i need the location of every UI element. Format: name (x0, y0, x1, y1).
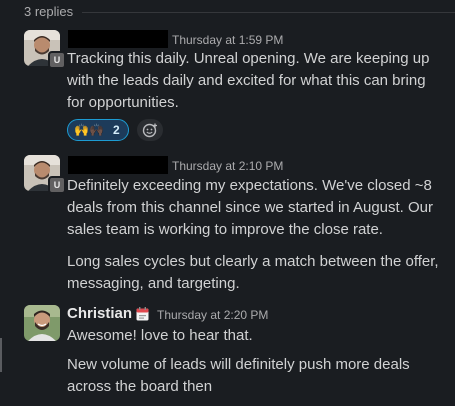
redacted-sender-name (68, 30, 168, 48)
redacted-sender-name (68, 156, 168, 174)
reaction-count: 2 (113, 123, 120, 137)
message-3: Christian Thursday at 2:20 PM Awesome! l… (0, 305, 455, 406)
reaction-pill[interactable]: 🙌🙌🏿 2 (67, 119, 129, 141)
message-timestamp[interactable]: Thursday at 2:20 PM (157, 308, 268, 322)
user-status-badge: U (48, 176, 66, 194)
message-text: Awesome! love to hear that. (67, 327, 253, 344)
message-timestamp[interactable]: Thursday at 2:10 PM (172, 159, 283, 173)
message-text: Tracking this daily. Unreal opening. We … (67, 50, 430, 111)
replies-divider: 3 replies (0, 0, 455, 24)
message-text: New volume of leads will definitely push… (67, 356, 410, 395)
message-1: U Thursday at 1:59 PM Tracking this dail… (0, 30, 455, 145)
message-timestamp[interactable]: Thursday at 1:59 PM (172, 33, 283, 47)
divider-line (82, 12, 455, 13)
add-reaction-button[interactable] (137, 119, 163, 141)
sender-name[interactable]: Christian (67, 305, 132, 322)
message-text: Definitely exceeding my expectations. We… (67, 177, 434, 238)
user-status-badge: U (48, 51, 66, 69)
message-2: U Thursday at 2:10 PM Definitely exceedi… (0, 155, 455, 295)
avatar[interactable] (24, 305, 60, 341)
scroll-edge-indicator (0, 338, 2, 372)
message-text: Long sales cycles but clearly a match be… (67, 253, 439, 292)
replies-count: 3 replies (24, 4, 74, 19)
add-reaction-icon (142, 123, 157, 138)
calendar-icon (136, 307, 149, 321)
raised-hands-emoji: 🙌🙌🏿 (74, 123, 104, 137)
